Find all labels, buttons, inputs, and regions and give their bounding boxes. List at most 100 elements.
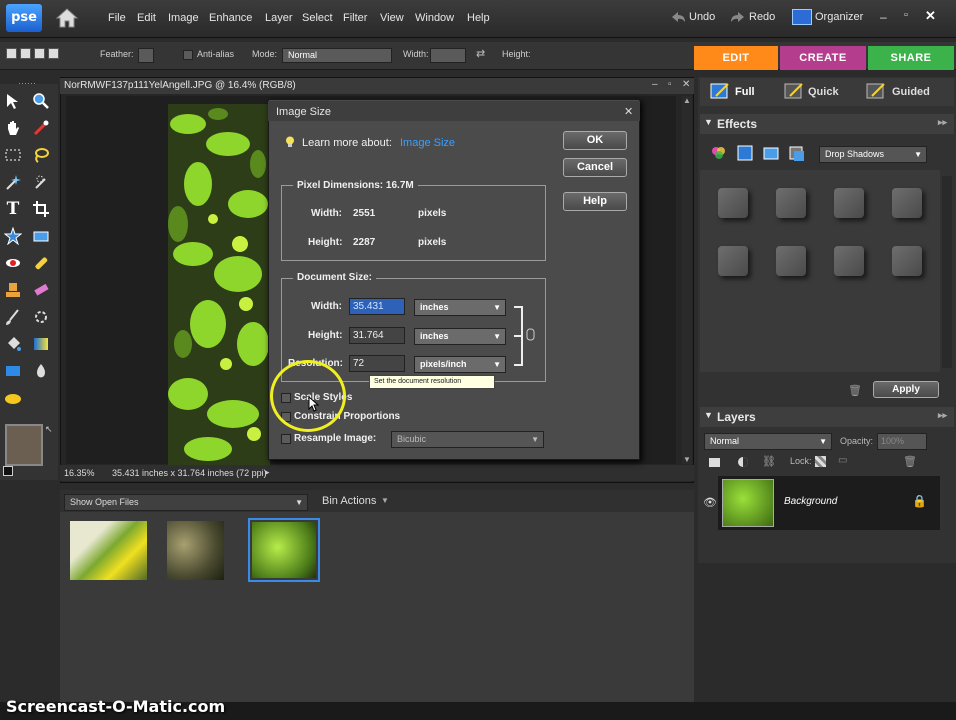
doc-width-input[interactable]: 35.431 xyxy=(349,298,405,315)
layer-styles-icon[interactable] xyxy=(736,144,754,162)
foreground-color-swatch[interactable] xyxy=(5,424,43,466)
blur-tool-icon[interactable] xyxy=(30,360,52,382)
apply-button[interactable]: Apply xyxy=(873,381,939,398)
bin-thumbnail[interactable] xyxy=(167,521,224,580)
lock-transparency-icon[interactable] xyxy=(815,456,826,467)
doc-width-unit-select[interactable]: inches ▼ xyxy=(414,299,506,316)
bin-actions-menu[interactable]: Bin Actions xyxy=(322,495,376,507)
feather-input[interactable] xyxy=(138,48,154,63)
magic-wand-tool-icon[interactable] xyxy=(2,171,24,193)
undo-button[interactable]: Undo xyxy=(689,11,715,23)
adjustment-layer-icon[interactable] xyxy=(736,456,750,468)
menu-window[interactable]: Window xyxy=(415,12,454,24)
guided-edit-icon[interactable] xyxy=(866,82,886,100)
undo-icon[interactable] xyxy=(670,11,686,23)
doc-minimize-icon[interactable]: – xyxy=(652,79,658,90)
paint-bucket-tool-icon[interactable] xyxy=(2,333,24,355)
tab-create[interactable]: CREATE xyxy=(780,46,866,70)
sponge-tool-icon[interactable] xyxy=(2,387,24,409)
anti-alias-checkbox[interactable] xyxy=(183,50,193,60)
drop-shadow-thumb[interactable] xyxy=(776,188,806,218)
width-input[interactable] xyxy=(430,48,466,63)
menu-filter[interactable]: Filter xyxy=(343,12,367,24)
menu-layer[interactable]: Layer xyxy=(265,12,293,24)
show-all-icon[interactable] xyxy=(788,144,806,162)
eyedropper-tool-icon[interactable] xyxy=(30,117,52,139)
effects-menu-icon[interactable]: ▸▸ xyxy=(938,117,947,128)
straighten-tool-icon[interactable] xyxy=(30,225,52,247)
cancel-button[interactable]: Cancel xyxy=(563,158,627,177)
marquee-tool-icon[interactable] xyxy=(2,144,24,166)
effects-category-select[interactable]: Drop Shadows ▼ xyxy=(819,146,927,163)
tab-share[interactable]: SHARE xyxy=(868,46,954,70)
learn-more-link[interactable]: Image Size xyxy=(400,137,455,149)
home-icon[interactable] xyxy=(54,6,80,30)
bin-thumbnail-selected[interactable] xyxy=(248,518,320,582)
layer-visibility-eye-icon[interactable]: 👁 xyxy=(703,496,717,509)
menu-file[interactable]: File xyxy=(108,12,126,24)
drop-shadow-thumb[interactable] xyxy=(718,246,748,276)
layers-collapse-icon[interactable]: ▼ xyxy=(704,410,713,420)
document-tab[interactable]: NorRMWF137p111YelAngell.JPG @ 16.4% (RGB… xyxy=(60,78,694,94)
organizer-icon[interactable] xyxy=(792,9,812,25)
resolution-unit-select[interactable]: pixels/inch ▼ xyxy=(414,356,506,373)
drop-shadow-thumb[interactable] xyxy=(892,246,922,276)
effects-trash-icon[interactable]: 🗑 xyxy=(848,384,862,397)
drop-shadow-thumb[interactable] xyxy=(718,188,748,218)
effects-scrollbar[interactable] xyxy=(942,176,952,368)
menu-enhance[interactable]: Enhance xyxy=(209,12,252,24)
quick-fix-tab[interactable]: Quick xyxy=(808,86,839,98)
resolution-input[interactable]: 72 xyxy=(349,355,405,372)
brush-tool-icon[interactable] xyxy=(2,306,24,328)
resample-method-select[interactable]: Bicubic ▼ xyxy=(391,431,544,448)
effects-collapse-icon[interactable]: ▼ xyxy=(704,117,713,127)
spot-healing-tool-icon[interactable] xyxy=(30,252,52,274)
doc-height-input[interactable]: 31.764 xyxy=(349,327,405,344)
menu-help[interactable]: Help xyxy=(467,12,490,24)
resample-checkbox[interactable] xyxy=(281,434,291,444)
delete-layer-icon[interactable]: 🗑 xyxy=(903,455,917,468)
lasso-tool-icon[interactable] xyxy=(30,144,52,166)
full-edit-tab[interactable]: Full xyxy=(735,86,755,98)
link-layers-icon[interactable]: ⛓ xyxy=(762,455,776,468)
smart-brush-tool-icon[interactable] xyxy=(30,306,52,328)
cookie-cutter-tool-icon[interactable] xyxy=(2,225,24,247)
bin-thumbnail[interactable] xyxy=(70,521,147,580)
layer-row-background[interactable]: Background 🔒 xyxy=(718,476,940,530)
opacity-input[interactable]: 100% xyxy=(877,433,927,450)
organizer-button[interactable]: Organizer xyxy=(815,11,863,23)
mode-select[interactable]: Normal xyxy=(282,48,392,63)
bin-source-select[interactable]: Show Open Files ▼ xyxy=(64,494,308,511)
red-eye-tool-icon[interactable] xyxy=(2,252,24,274)
layers-panel-header[interactable]: ▼ Layers ▸▸ xyxy=(700,407,954,427)
minimize-icon[interactable]: – xyxy=(880,10,887,24)
maximize-icon[interactable]: ▫ xyxy=(904,9,908,21)
status-menu-arrow-icon[interactable]: ▸ xyxy=(265,467,270,478)
doc-close-icon[interactable]: ✕ xyxy=(682,79,690,90)
menu-view[interactable]: View xyxy=(380,12,404,24)
quick-selection-tool-icon[interactable] xyxy=(30,171,52,193)
eraser-tool-icon[interactable] xyxy=(30,279,52,301)
menu-edit[interactable]: Edit xyxy=(137,12,156,24)
dialog-close-icon[interactable]: ✕ xyxy=(624,105,633,118)
vertical-scrollbar[interactable]: ▲ ▼ xyxy=(682,96,692,464)
shape-tool-icon[interactable] xyxy=(2,360,24,382)
guided-edit-tab[interactable]: Guided xyxy=(892,86,930,98)
drop-shadow-thumb[interactable] xyxy=(834,246,864,276)
ok-button[interactable]: OK xyxy=(563,131,627,150)
effects-panel-header[interactable]: ▼ Effects ▸▸ xyxy=(700,114,954,134)
swap-colors-icon[interactable]: ↖ xyxy=(45,424,53,435)
zoom-tool-icon[interactable] xyxy=(30,90,52,112)
drop-shadow-thumb[interactable] xyxy=(892,188,922,218)
doc-height-unit-select[interactable]: inches ▼ xyxy=(414,328,506,345)
drop-shadow-thumb[interactable] xyxy=(776,246,806,276)
doc-restore-icon[interactable]: ▫ xyxy=(668,79,672,90)
clone-stamp-tool-icon[interactable] xyxy=(2,279,24,301)
full-edit-icon[interactable] xyxy=(710,82,730,100)
help-button[interactable]: Help xyxy=(563,192,627,211)
tab-edit[interactable]: EDIT xyxy=(694,46,778,70)
dialog-titlebar[interactable]: Image Size ✕ xyxy=(268,101,640,121)
lock-all-icon[interactable]: ▭ xyxy=(838,455,847,466)
redo-icon[interactable] xyxy=(730,11,746,23)
default-colors-icon[interactable] xyxy=(3,466,13,476)
